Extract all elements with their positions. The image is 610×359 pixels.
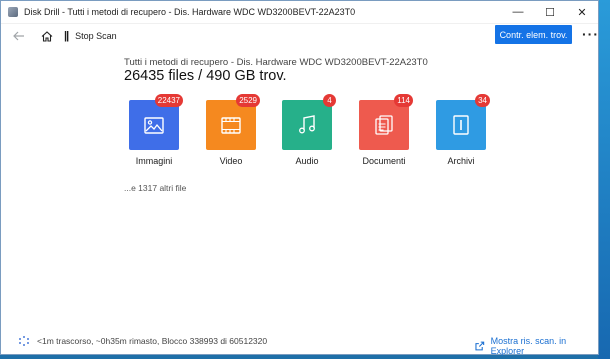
category-label: Documenti <box>362 156 406 166</box>
category-tile[interactable]: 34 <box>436 94 490 150</box>
stop-scan-button[interactable]: || Stop Scan <box>64 30 117 42</box>
progress-text: <1m trascorso, ~0h35m rimasto, Blocco 33… <box>37 336 268 346</box>
external-link-icon <box>475 341 485 351</box>
category-tile[interactable]: 2529 <box>206 94 260 150</box>
stop-scan-label: Stop Scan <box>75 31 117 41</box>
category-audio[interactable]: 4 Audio <box>282 94 336 166</box>
toolbar: || Stop Scan Contr. elem. trov. ··· <box>1 24 598 48</box>
image-icon <box>144 116 164 134</box>
count-badge: 22437 <box>154 94 183 107</box>
archive-icon <box>453 115 469 135</box>
app-window: Disk Drill - Tutti i metodi di recupero … <box>0 0 599 356</box>
title-bar: Disk Drill - Tutti i metodi di recupero … <box>1 1 598 24</box>
category-label: Archivi <box>447 156 475 166</box>
more-files-text: ...e 1317 altri file <box>124 183 187 193</box>
category-tile[interactable]: 22437 <box>129 94 183 150</box>
category-images[interactable]: 22437 Immagini <box>129 94 183 166</box>
category-video[interactable]: 2529 Video <box>206 94 260 166</box>
disk-drill-app-icon <box>8 7 18 17</box>
maximize-button[interactable]: ☐ <box>534 1 566 23</box>
back-arrow-icon[interactable] <box>8 25 30 47</box>
category-label: Immagini <box>135 156 173 166</box>
category-tile[interactable]: 114 <box>359 94 413 150</box>
scan-status: <1m trascorso, ~0h35m rimasto, Blocco 33… <box>19 336 267 346</box>
count-badge: 2529 <box>236 94 260 107</box>
results-headline: 26435 files / 490 GB trov. <box>124 68 287 84</box>
count-badge: 4 <box>323 94 336 107</box>
category-label: Video <box>219 156 243 166</box>
music-icon <box>299 115 315 134</box>
category-label: Audio <box>295 156 319 166</box>
explorer-link-label: Mostra ris. scan. in Explorer <box>490 336 567 356</box>
category-documents[interactable]: 114 Documenti <box>359 94 413 166</box>
desktop-background <box>598 0 610 359</box>
show-in-explorer-link[interactable]: Mostra ris. scan. in Explorer <box>475 336 598 356</box>
category-tile[interactable]: 4 <box>282 94 336 150</box>
count-badge: 34 <box>475 94 490 107</box>
close-button[interactable]: ✕ <box>566 1 598 23</box>
window-title: Disk Drill - Tutti i metodi di recupero … <box>24 7 356 17</box>
video-icon <box>221 116 241 134</box>
category-archives[interactable]: 34 Archivi <box>436 94 490 166</box>
document-icon <box>375 115 393 135</box>
scan-subtitle: Tutti i metodi di recupero - Dis. Hardwa… <box>124 57 428 68</box>
minimize-button[interactable]: — <box>502 1 534 23</box>
more-options-icon[interactable]: ··· <box>582 26 599 42</box>
count-badge: 114 <box>394 94 413 107</box>
review-found-items-button[interactable]: Contr. elem. trov. <box>495 25 572 44</box>
home-icon[interactable] <box>36 25 58 47</box>
spinner-icon <box>19 336 29 346</box>
pause-icon: || <box>64 30 69 42</box>
